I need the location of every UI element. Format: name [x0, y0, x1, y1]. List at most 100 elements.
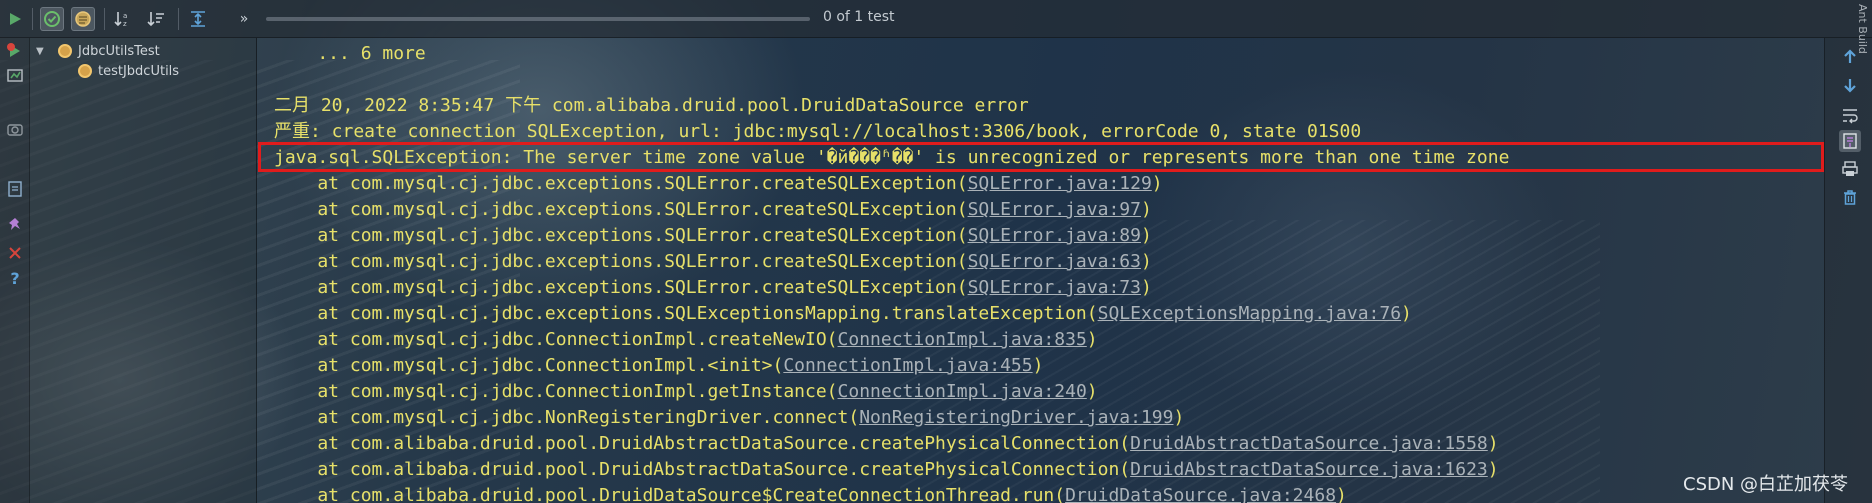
stack-frame-suffix: ): [1140, 225, 1152, 246]
ant-build-side-label[interactable]: Ant Build: [1856, 4, 1869, 54]
run-icon[interactable]: [3, 7, 27, 31]
soft-wrap-glyph: [1843, 109, 1858, 124]
console-output[interactable]: ... 6 more 二月 20, 2022 8:35:47 下午 com.ali…: [258, 38, 1824, 503]
help-icon[interactable]: ?: [4, 268, 26, 290]
stack-frame-text: at com.mysql.cj.jdbc.exceptions.SQLError…: [274, 199, 968, 220]
export-glyph: [8, 181, 22, 197]
help-glyph: ?: [10, 269, 20, 288]
scroll-to-end-glyph: [1843, 133, 1857, 149]
clear-all-icon[interactable]: [1839, 186, 1861, 208]
source-link[interactable]: DruidDataSource.java:2468: [1065, 485, 1336, 503]
watermark: CSDN @白芷加茯苓: [1683, 474, 1849, 495]
test-class-icon: [58, 44, 72, 58]
stack-frame-text: at com.mysql.cj.jdbc.ConnectionImpl.crea…: [274, 329, 838, 350]
stack-frame-suffix: ): [1401, 303, 1412, 324]
console-line: at com.mysql.cj.jdbc.exceptions.SQLError…: [274, 171, 1163, 197]
export-icon[interactable]: [4, 178, 26, 200]
stack-frame-suffix: ): [1487, 459, 1499, 480]
show-ignored-icon[interactable]: [71, 7, 95, 31]
scroll-to-end-icon[interactable]: [1839, 130, 1861, 152]
stack-frame-text: at com.mysql.cj.jdbc.exceptions.SQLError…: [274, 225, 968, 246]
test-count-label: 0 of 1 test: [823, 9, 895, 25]
source-link[interactable]: SQLError.java:89: [968, 225, 1141, 246]
stack-frame-text: at com.mysql.cj.jdbc.ConnectionImpl.<ini…: [274, 355, 784, 376]
console-line: ... 6 more: [274, 43, 426, 64]
down-arrow-icon[interactable]: [1839, 74, 1861, 96]
source-link[interactable]: SQLExceptionsMapping.java:76: [1098, 303, 1401, 324]
stack-frame-suffix: ): [1173, 407, 1185, 428]
close-icon[interactable]: [4, 242, 26, 264]
svg-text:a: a: [123, 12, 127, 20]
svg-text:z: z: [123, 20, 127, 28]
stack-frame-text: at com.mysql.cj.jdbc.exceptions.SQLExcep…: [274, 303, 1098, 324]
source-link[interactable]: SQLError.java:97: [968, 199, 1141, 220]
console-line: at com.mysql.cj.jdbc.exceptions.SQLError…: [274, 197, 1152, 223]
stack-frame-suffix: ): [1032, 355, 1044, 376]
console-line: at com.mysql.cj.jdbc.exceptions.SQLError…: [274, 223, 1152, 249]
tree-row-root[interactable]: ▼ JdbcUtilsTest: [36, 41, 160, 61]
sort-alpha-glyph: az: [114, 12, 127, 28]
tree-row-child[interactable]: testJbdcUtils: [78, 61, 179, 81]
stack-frame-suffix: ): [1086, 329, 1098, 350]
source-link[interactable]: SQLError.java:73: [968, 277, 1141, 298]
rerun-failed-glyph: [7, 43, 20, 57]
run-icon-glyph: [10, 13, 21, 25]
stack-frame-suffix: ): [1086, 381, 1098, 402]
camera-icon[interactable]: [4, 118, 26, 140]
down-arrow-glyph: [1844, 79, 1856, 93]
console-line: at com.mysql.cj.jdbc.exceptions.SQLError…: [274, 249, 1152, 275]
stack-frame-text: at com.alibaba.druid.pool.DruidAbstractD…: [274, 459, 1131, 480]
stack-frame-suffix: ): [1151, 173, 1163, 194]
close-glyph: [9, 247, 21, 259]
toolbar-separator: [104, 8, 105, 30]
pin-glyph: [9, 218, 20, 230]
source-link[interactable]: ConnectionImpl.java:455: [783, 355, 1032, 376]
test-tree-panel: ▼ JdbcUtilsTest testJbdcUtils: [30, 38, 257, 503]
more-icon[interactable]: »: [232, 7, 256, 31]
source-link[interactable]: DruidAbstractDataSource.java:1623: [1130, 459, 1488, 480]
pin-tab-icon[interactable]: [4, 214, 26, 236]
expand-all-icon[interactable]: [186, 7, 210, 31]
source-link[interactable]: SQLError.java:63: [968, 251, 1141, 272]
sort-alphabetically-icon[interactable]: az: [111, 7, 135, 31]
stack-frame-text: at com.alibaba.druid.pool.DruidDataSourc…: [274, 485, 1066, 503]
show-passed-glyph: [44, 11, 60, 27]
stack-frame-text: at com.alibaba.druid.pool.DruidAbstractD…: [274, 433, 1131, 454]
stack-frame-suffix: ): [1140, 199, 1152, 220]
console-line: at com.mysql.cj.jdbc.exceptions.SQLExcep…: [274, 301, 1412, 327]
chevron-down-icon[interactable]: ▼: [36, 46, 50, 57]
test-runner-toolbar: az » 0 of 1 test: [0, 0, 1872, 38]
toggle-auto-test-icon[interactable]: [4, 64, 26, 86]
source-link[interactable]: ConnectionImpl.java:835: [838, 329, 1087, 350]
print-icon[interactable]: [1839, 158, 1861, 180]
print-glyph: [1842, 161, 1858, 176]
stack-frame-suffix: ): [1487, 433, 1499, 454]
show-passed-icon[interactable]: [40, 7, 64, 31]
stack-frame-text: at com.mysql.cj.jdbc.exceptions.SQLError…: [274, 277, 968, 298]
stack-frame-suffix: ): [1140, 251, 1152, 272]
console-line: at com.mysql.cj.jdbc.ConnectionImpl.<ini…: [274, 353, 1043, 379]
source-link[interactable]: DruidAbstractDataSource.java:1558: [1130, 433, 1488, 454]
source-link[interactable]: NonRegisteringDriver.java:199: [859, 407, 1173, 428]
stack-frame-text: at com.mysql.cj.jdbc.exceptions.SQLError…: [274, 173, 968, 194]
show-ignored-glyph: [75, 11, 91, 27]
right-tool-strip: [1824, 38, 1872, 503]
stack-frame-text: at com.mysql.cj.jdbc.NonRegisteringDrive…: [274, 407, 860, 428]
console-line: at com.alibaba.druid.pool.DruidAbstractD…: [274, 431, 1499, 457]
source-link[interactable]: ConnectionImpl.java:240: [838, 381, 1087, 402]
sort-by-duration-icon[interactable]: [144, 7, 168, 31]
trash-glyph: [1844, 190, 1856, 205]
console-line: 二月 20, 2022 8:35:47 下午 com.alibaba.druid…: [274, 95, 1029, 116]
stack-frame-suffix: ): [1336, 485, 1347, 503]
console-line: at com.mysql.cj.jdbc.ConnectionImpl.crea…: [274, 327, 1098, 353]
left-tool-strip: ?: [0, 38, 30, 503]
console-line: at com.mysql.cj.jdbc.NonRegisteringDrive…: [274, 405, 1184, 431]
console-line: at com.mysql.cj.jdbc.exceptions.SQLError…: [274, 275, 1151, 301]
sort-duration-glyph: [147, 12, 164, 27]
stack-frame-text: at com.mysql.cj.jdbc.ConnectionImpl.getI…: [274, 381, 838, 402]
source-link[interactable]: SQLError.java:129: [968, 173, 1152, 194]
toggle-auto-test-glyph: [7, 69, 23, 82]
soft-wrap-icon[interactable]: [1839, 104, 1861, 126]
tree-child-label: testJbdcUtils: [98, 63, 180, 79]
rerun-failed-icon[interactable]: [4, 40, 26, 62]
